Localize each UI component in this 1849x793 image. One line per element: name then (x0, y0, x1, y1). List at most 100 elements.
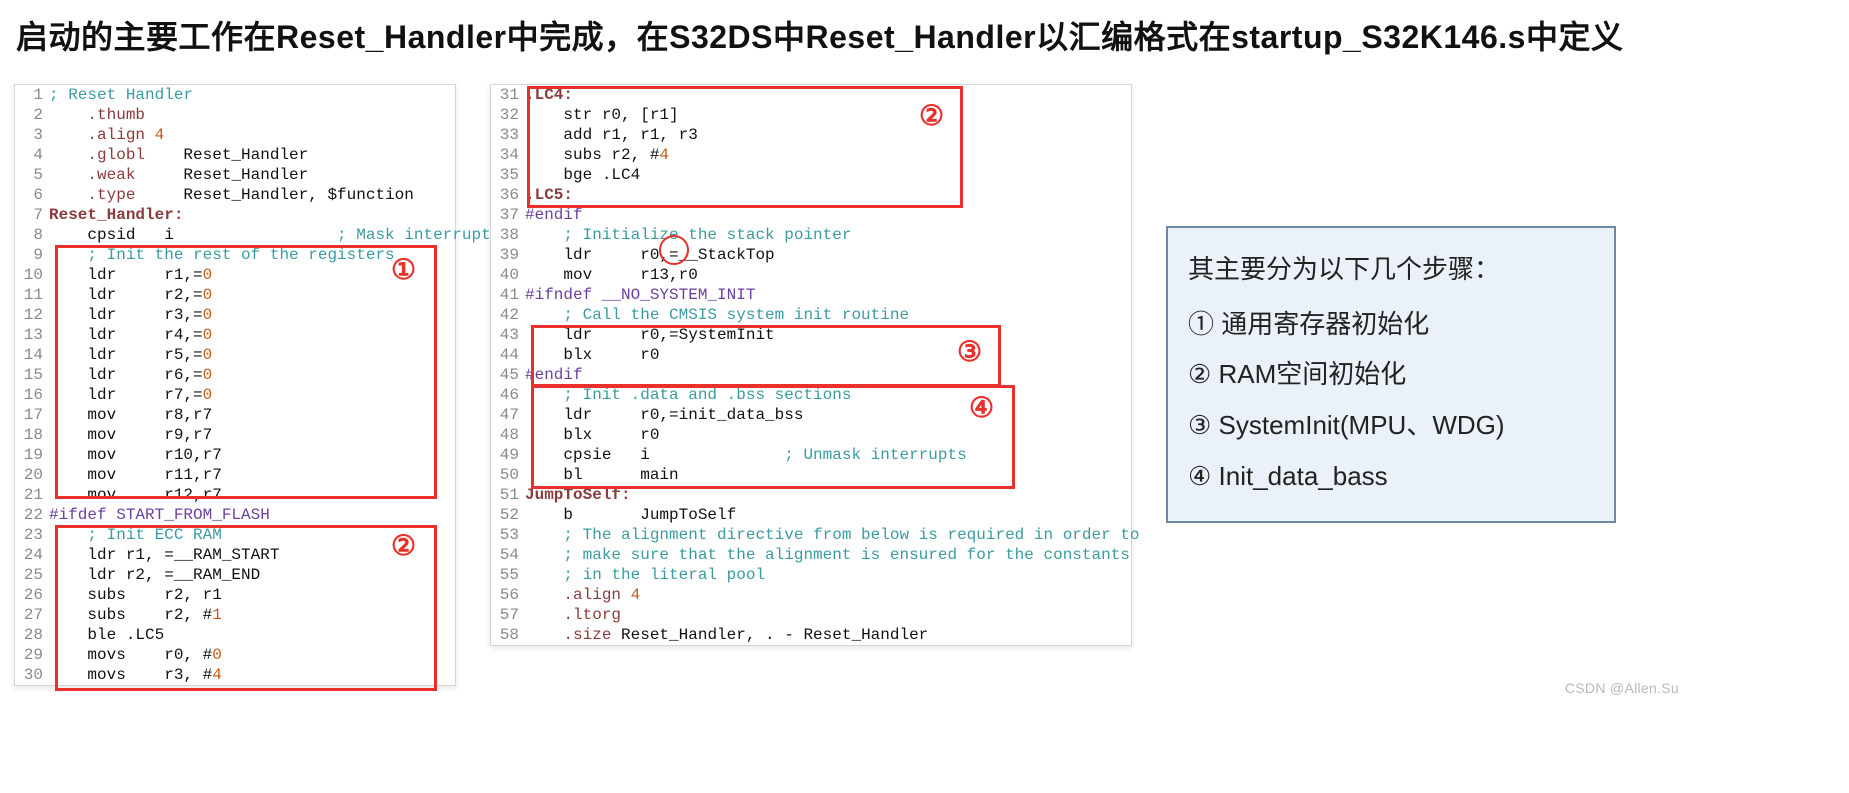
code-left-lineno: 14 (15, 345, 49, 365)
code-block-right: 31.LC4:32 str r0, [r1]33 add r1, r1, r33… (490, 84, 1132, 646)
code-right-line: ; make sure that the alignment is ensure… (525, 545, 1148, 565)
code-right-lineno: 55 (491, 565, 525, 585)
code-right-line: blx r0 (525, 425, 1148, 445)
code-left-lineno: 27 (15, 605, 49, 625)
code-left-lineno: 7 (15, 205, 49, 225)
code-left-line: .globl Reset_Handler (49, 145, 508, 165)
code-left-lineno: 16 (15, 385, 49, 405)
code-left-lineno: 22 (15, 505, 49, 525)
code-right-lineno: 46 (491, 385, 525, 405)
code-left-line: mov r11,r7 (49, 465, 508, 485)
code-left-line: ldr r1,=0 (49, 265, 508, 285)
code-right-line: b JumpToSelf (525, 505, 1148, 525)
code-left-line: #ifdef START_FROM_FLASH (49, 505, 508, 525)
code-left-lineno: 11 (15, 285, 49, 305)
code-left-line: ldr r3,=0 (49, 305, 508, 325)
code-left-lineno: 21 (15, 485, 49, 505)
code-left-lineno: 1 (15, 85, 49, 105)
code-right-lineno: 40 (491, 265, 525, 285)
code-left-lineno: 2 (15, 105, 49, 125)
code-right-line: ldr r0,=init_data_bss (525, 405, 1148, 425)
code-right-line: ; Init .data and .bss sections (525, 385, 1148, 405)
code-right-line: .align 4 (525, 585, 1148, 605)
watermark: CSDN @Allen.Su (1565, 680, 1679, 696)
code-right-line: .ltorg (525, 605, 1148, 625)
code-right-line: blx r0 (525, 345, 1148, 365)
code-left-line: subs r2, r1 (49, 585, 508, 605)
code-left-line: cpsid i ; Mask interrupts (49, 225, 508, 245)
code-left-line: ; Init the rest of the registers (49, 245, 508, 265)
code-right-line: .size Reset_Handler, . - Reset_Handler (525, 625, 1148, 645)
code-left-line: ldr r6,=0 (49, 365, 508, 385)
code-left-lineno: 5 (15, 165, 49, 185)
code-left-lineno: 9 (15, 245, 49, 265)
code-right-line: bl main (525, 465, 1148, 485)
code-right-line: .LC4: (525, 85, 1148, 105)
code-right-lineno: 51 (491, 485, 525, 505)
code-left-lineno: 15 (15, 365, 49, 385)
code-left-line: ldr r4,=0 (49, 325, 508, 345)
code-lines-left: 1; Reset Handler2 .thumb3 .align 44 .glo… (15, 85, 455, 685)
code-right-lineno: 52 (491, 505, 525, 525)
code-right-lineno: 35 (491, 165, 525, 185)
code-right-lineno: 48 (491, 425, 525, 445)
code-left-lineno: 12 (15, 305, 49, 325)
code-left-lineno: 20 (15, 465, 49, 485)
code-right-lineno: 37 (491, 205, 525, 225)
code-left-line: ldr r2, =__RAM_END (49, 565, 508, 585)
code-left-line: ldr r5,=0 (49, 345, 508, 365)
code-right-line: ldr r0,=SystemInit (525, 325, 1148, 345)
code-right-lineno: 43 (491, 325, 525, 345)
code-right-line: ; Call the CMSIS system init routine (525, 305, 1148, 325)
code-left-line: ldr r2,=0 (49, 285, 508, 305)
code-right-line: #endif (525, 205, 1148, 225)
code-right-line: str r0, [r1] (525, 105, 1148, 125)
step-3: ③ SystemInit(MPU、WDG) (1188, 400, 1594, 451)
code-left-lineno: 17 (15, 405, 49, 425)
code-left-line: Reset_Handler: (49, 205, 508, 225)
code-right-line: bge .LC4 (525, 165, 1148, 185)
code-right-line: ; The alignment directive from below is … (525, 525, 1148, 545)
code-left-line: subs r2, #1 (49, 605, 508, 625)
code-right-lineno: 36 (491, 185, 525, 205)
code-right-lineno: 44 (491, 345, 525, 365)
code-right-lineno: 54 (491, 545, 525, 565)
code-left-lineno: 23 (15, 525, 49, 545)
code-right-lineno: 58 (491, 625, 525, 645)
code-left-lineno: 28 (15, 625, 49, 645)
code-right-line: .LC5: (525, 185, 1148, 205)
code-left-line: mov r8,r7 (49, 405, 508, 425)
code-left-line: ldr r7,=0 (49, 385, 508, 405)
code-left-line: ble .LC5 (49, 625, 508, 645)
code-right-lineno: 57 (491, 605, 525, 625)
code-right-lineno: 38 (491, 225, 525, 245)
code-right-line: ; Initialize the stack pointer (525, 225, 1148, 245)
code-right-lineno: 53 (491, 525, 525, 545)
code-right-lineno: 49 (491, 445, 525, 465)
code-left-lineno: 18 (15, 425, 49, 445)
code-right-lineno: 50 (491, 465, 525, 485)
steps-panel: 其主要分为以下几个步骤： ① 通用寄存器初始化 ② RAM空间初始化 ③ Sys… (1166, 226, 1616, 523)
code-left-line: movs r0, #0 (49, 645, 508, 665)
code-right-lineno: 39 (491, 245, 525, 265)
code-left-lineno: 13 (15, 325, 49, 345)
page: 启动的主要工作在Reset_Handler中完成，在S32DS中Reset_Ha… (0, 0, 1849, 702)
code-left-line: ; Reset Handler (49, 85, 508, 105)
code-left-lineno: 10 (15, 265, 49, 285)
code-right-lineno: 56 (491, 585, 525, 605)
code-left-lineno: 3 (15, 125, 49, 145)
code-left-line: ldr r1, =__RAM_START (49, 545, 508, 565)
code-right-line: subs r2, #4 (525, 145, 1148, 165)
code-right-line: mov r13,r0 (525, 265, 1148, 285)
code-right-lineno: 33 (491, 125, 525, 145)
code-left-line: mov r12,r7 (49, 485, 508, 505)
code-left-lineno: 19 (15, 445, 49, 465)
code-left-lineno: 30 (15, 665, 49, 685)
code-right-line: ; in the literal pool (525, 565, 1148, 585)
page-title: 启动的主要工作在Reset_Handler中完成，在S32DS中Reset_Ha… (16, 12, 1835, 58)
code-left-line: mov r9,r7 (49, 425, 508, 445)
code-right-line: #endif (525, 365, 1148, 385)
step-1: ① 通用寄存器初始化 (1188, 299, 1594, 350)
code-left-line: .type Reset_Handler, $function (49, 185, 508, 205)
content-row: 1; Reset Handler2 .thumb3 .align 44 .glo… (14, 84, 1835, 686)
